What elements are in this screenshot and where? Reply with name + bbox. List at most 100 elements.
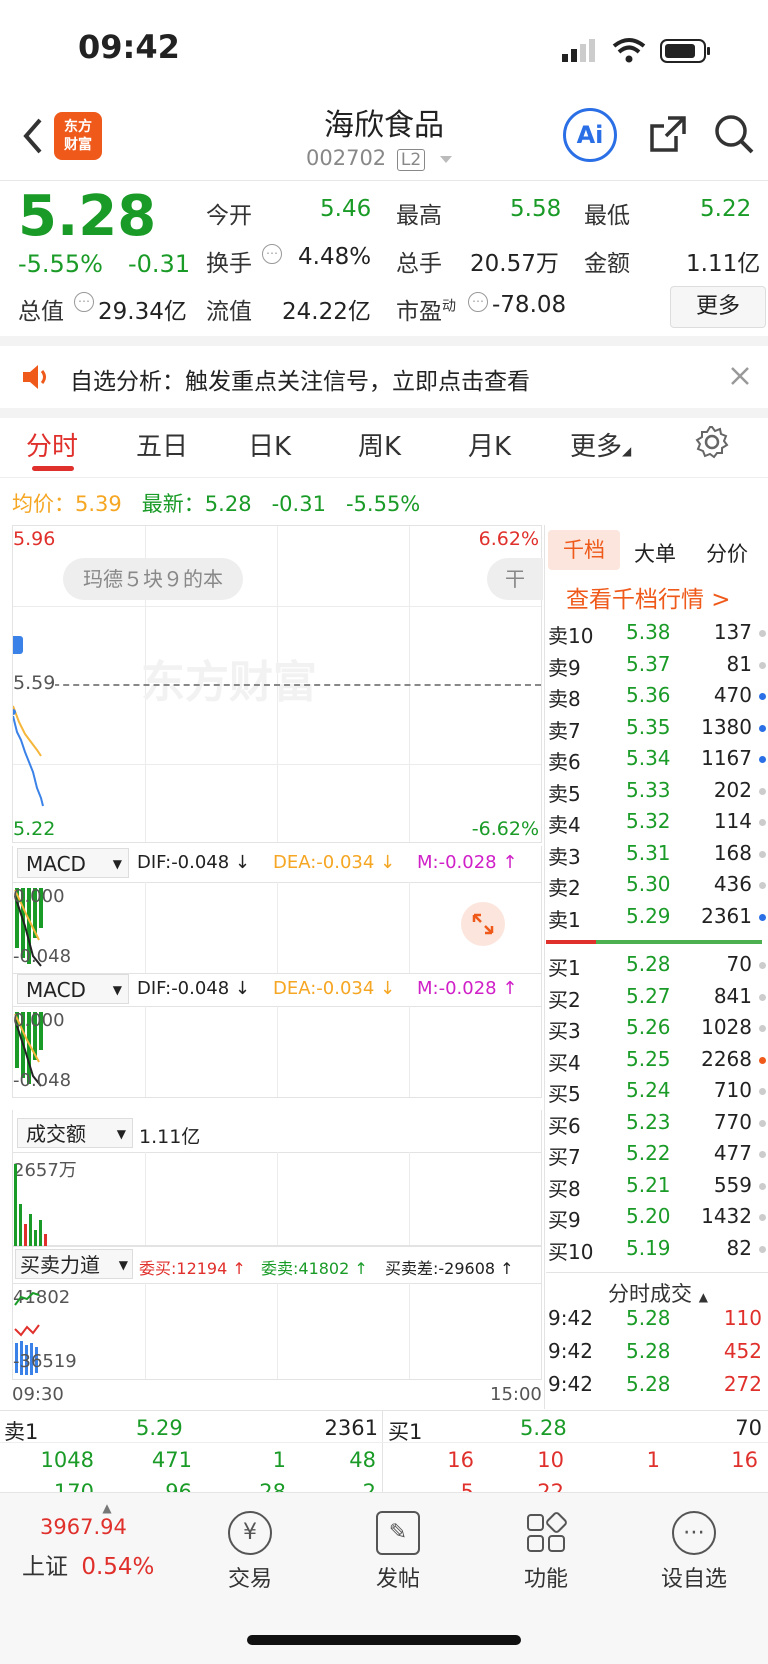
nav-post[interactable]: ✎ 发帖	[338, 1511, 458, 1593]
sell-row[interactable]: 卖4 5.32 114	[546, 809, 768, 840]
buy-dot	[759, 1056, 766, 1064]
stat-low-value: 5.22	[700, 196, 752, 222]
tick-price: 5.28	[626, 1306, 671, 1330]
buy-volume: 82	[726, 1235, 752, 1260]
macd-dif: DIF:-0.048 ↓	[137, 978, 251, 999]
sell-price: 5.32	[626, 809, 671, 833]
info-icon[interactable]: ⋯	[468, 292, 488, 312]
force-panel[interactable]: 买卖力道 ▼ 委买:12194 ↑ 委卖:41802 ↑ 买卖差:-29608 ↑…	[12, 1246, 542, 1380]
buy-row[interactable]: 买9 5.20 1432	[546, 1204, 768, 1235]
info-icon[interactable]: ⋯	[262, 244, 282, 264]
stock-code-row[interactable]: 002702 L2	[306, 146, 452, 171]
bq-sell-vol: 2361	[324, 1416, 378, 1440]
sell-row[interactable]: 卖10 5.38 137	[546, 620, 768, 651]
nav-functions[interactable]: 功能	[486, 1511, 606, 1593]
gear-icon[interactable]	[694, 424, 730, 460]
analysis-banner[interactable]: 自选分析：触发重点关注信号，立即点击查看	[0, 346, 768, 414]
tick-time: 9:42	[548, 1339, 593, 1363]
sell-row[interactable]: 卖1 5.29 2361	[546, 904, 768, 935]
buy-label: 买9	[548, 1208, 581, 1232]
buy-dot	[759, 1151, 766, 1158]
sell-volume: 168	[713, 840, 752, 865]
buy-row[interactable]: 买1 5.28 70	[546, 952, 768, 983]
more-button[interactable]: 更多	[670, 286, 766, 328]
buy-price: 5.19	[626, 1235, 671, 1260]
buy-row[interactable]: 买2 5.27 841	[546, 984, 768, 1015]
tab-daily-k[interactable]: 日K	[248, 426, 291, 463]
buy-row[interactable]: 买3 5.26 1028	[546, 1015, 768, 1046]
sell-row[interactable]: 卖6 5.34 1167	[546, 746, 768, 777]
macd-dea: DEA:-0.034 ↓	[273, 978, 396, 999]
share-icon[interactable]	[646, 112, 690, 156]
price-curve	[13, 705, 44, 807]
nav-trade[interactable]: ¥ 交易	[190, 1511, 310, 1593]
sell-label: 卖10	[548, 624, 594, 648]
tab-weekly-k[interactable]: 周K	[358, 426, 401, 463]
ob-tab-thousand[interactable]: 千档	[548, 530, 620, 570]
macd-selector-2[interactable]: MACD ▼	[17, 974, 129, 1004]
tab-monthly-k[interactable]: 月K	[468, 426, 511, 463]
sell-queue-cell: 48	[349, 1448, 376, 1472]
force-selector-label: 买卖力道	[20, 1253, 100, 1277]
buy-row[interactable]: 买5 5.24 710	[546, 1078, 768, 1109]
wifi-icon	[612, 36, 646, 64]
sell-price: 5.33	[626, 777, 671, 802]
macd-panel-2[interactable]: MACD ▼ DIF:-0.048 ↓ DEA:-0.034 ↓ M:-0.028…	[12, 974, 542, 1098]
stat-low-label: 最低	[584, 203, 630, 229]
stock-name: 海欣食品	[324, 108, 444, 143]
ob-tab-large-orders[interactable]: 大单	[634, 538, 676, 568]
buy-row[interactable]: 买8 5.21 559	[546, 1173, 768, 1204]
buy-row[interactable]: 买10 5.19 82	[546, 1236, 768, 1267]
ticks-title[interactable]: 分时成交 ▲	[608, 1278, 708, 1308]
tick-row: 9:42 5.28 272	[546, 1372, 768, 1403]
level-badge: L2	[396, 149, 426, 171]
macd-panel-1[interactable]: MACD ▼ DIF:-0.048 ↓ DEA:-0.034 ↓ M:-0.028…	[12, 846, 542, 974]
index-quote[interactable]: ▲ 3967.94 上证 0.54%	[22, 1501, 172, 1581]
info-icon[interactable]: ⋯	[74, 292, 94, 312]
buy-price: 5.24	[626, 1078, 671, 1102]
sell-label: 卖8	[548, 687, 581, 711]
buy-row[interactable]: 买6 5.23 770	[546, 1110, 768, 1141]
sell-dot	[759, 630, 766, 637]
tab-more[interactable]: 更多◢	[570, 426, 631, 463]
stat-turnover-label: 换手	[206, 251, 252, 277]
search-icon[interactable]	[712, 112, 756, 156]
close-icon[interactable]	[728, 364, 752, 388]
intraday-chart[interactable]: 东方财富 5.96 6.62% 5.59 5.22 -6.62% 玛德５块９的本…	[12, 525, 543, 843]
ob-link-thousand[interactable]: 查看千档行情 >	[566, 580, 731, 614]
tab-five-day[interactable]: 五日	[136, 426, 188, 463]
sell-row[interactable]: 卖9 5.37 81	[546, 652, 768, 683]
buy-volume: 2268	[701, 1046, 752, 1071]
sell-label: 卖5	[548, 781, 581, 806]
sell-row[interactable]: 卖5 5.33 202	[546, 778, 768, 809]
tab-intraday[interactable]: 分时	[26, 426, 78, 463]
buy-row[interactable]: 买7 5.22 477	[546, 1141, 768, 1172]
macd-selector-1[interactable]: MACD ▼	[17, 848, 129, 878]
expand-icon[interactable]	[461, 902, 505, 946]
sell-dot	[759, 693, 766, 700]
sell-row[interactable]: 卖7 5.35 1380	[546, 715, 768, 746]
sell-row[interactable]: 卖2 5.30 436	[546, 872, 768, 903]
buy-price: 5.21	[626, 1172, 671, 1197]
nav-watchlist[interactable]: ⋯ 设自选	[634, 1511, 754, 1593]
buy-row[interactable]: 买4 5.25 2268	[546, 1047, 768, 1078]
latest-change: -0.31	[271, 492, 326, 516]
avg-label: 均价：	[12, 492, 75, 516]
sell-price: 5.37	[626, 651, 671, 676]
chevron-down-icon	[439, 155, 452, 163]
sell-volume: 81	[726, 651, 752, 676]
buy-label: 买3	[548, 1019, 581, 1043]
volume-selector[interactable]: 成交额 ▼	[17, 1118, 133, 1148]
buy-dot	[759, 962, 766, 969]
force-selector[interactable]: 买卖力道 ▼	[15, 1249, 133, 1279]
macd-bottom-value: -0.048	[13, 946, 72, 967]
volume-panel[interactable]: 成交额 ▼ 1.11亿 2657万	[12, 1110, 542, 1246]
ai-button[interactable]: Ai	[563, 108, 617, 162]
sell-row[interactable]: 卖3 5.31 168	[546, 841, 768, 872]
sell-row[interactable]: 卖8 5.36 470	[546, 683, 768, 714]
sell-label: 卖1	[548, 907, 581, 932]
ob-tab-price-dist[interactable]: 分价	[706, 538, 748, 568]
back-icon[interactable]	[18, 116, 48, 156]
sell-dot	[759, 819, 766, 826]
buy-price: 5.23	[626, 1109, 671, 1134]
